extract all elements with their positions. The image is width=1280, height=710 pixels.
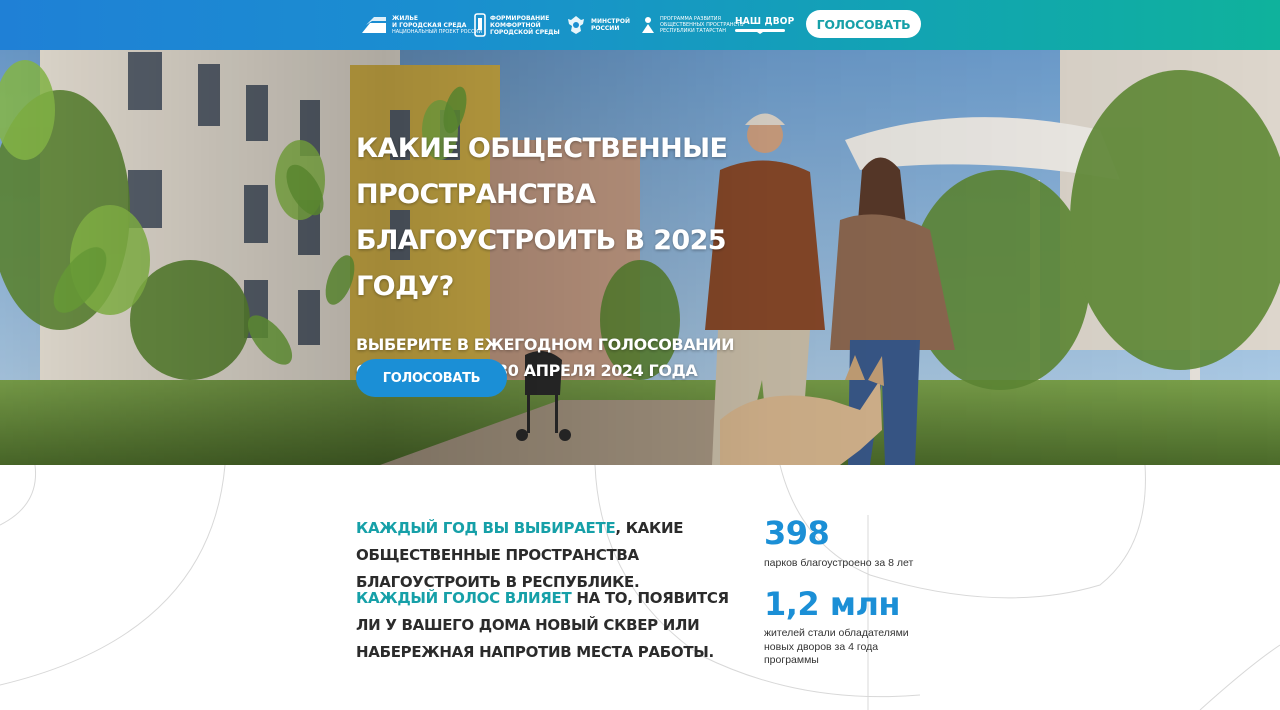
zhilye-logo-icon (362, 17, 386, 33)
nashdvor-logo[interactable]: НАШ ДВОР (735, 10, 794, 40)
programma-logo-icon (642, 17, 654, 33)
hero-title: КАКИЕ ОБЩЕСТВЕННЫЕ ПРОСТРАНСТВА БЛАГОУСТ… (356, 126, 776, 310)
zhilye-logo[interactable]: ЖИЛЬЕ И ГОРОДСКАЯ СРЕДА национальный про… (360, 10, 482, 40)
programma-logo[interactable]: Программа развития общественных простран… (640, 10, 744, 40)
stat-residents-caption: жителей стали обладателями новых дворов … (764, 627, 909, 666)
info-paragraph-accent: КАЖДЫЙ ГОЛОС ВЛИЯЕТ (356, 589, 572, 607)
formirovanie-logo-icon (474, 13, 486, 37)
zhilye-logo-subtext: национальный проект россии (392, 29, 483, 35)
minstroy-logo-text: МИНСТРОЙ РОССИИ (591, 18, 631, 32)
info-paragraph-vote: КАЖДЫЙ ГОЛОС ВЛИЯЕТ НА ТО, ПОЯВИТСЯ ЛИ У… (356, 585, 756, 666)
info-paragraph-accent: КАЖДЫЙ ГОД ВЫ ВЫБИРАЕТЕ (356, 519, 616, 537)
info-section: КАЖДЫЙ ГОД ВЫ ВЫБИРАЕТЕ, КАКИЕ ОБЩЕСТВЕН… (0, 465, 1280, 710)
stat-parks-value: 398 (764, 514, 830, 552)
formirovanie-logo[interactable]: ФОРМИРОВАНИЕ КОМФОРТНОЙ ГОРОДСКОЙ СРЕДЫ (474, 10, 560, 40)
stat-parks-caption: парков благоустроено за 8 лет (764, 557, 914, 569)
hero-title-line: КАКИЕ ОБЩЕСТВЕННЫЕ (356, 133, 728, 164)
zhilye-logo-text: ЖИЛЬЕ И ГОРОДСКАЯ СРЕДА (392, 15, 467, 29)
info-paragraph-yearly: КАЖДЫЙ ГОД ВЫ ВЫБИРАЕТЕ, КАКИЕ ОБЩЕСТВЕН… (356, 515, 756, 596)
hero-title-line: ПРОСТРАНСТВА (356, 179, 596, 210)
hero-subtitle-line: ВЫБЕРИТЕ В ЕЖЕГОДНОМ ГОЛОСОВАНИИ (356, 335, 735, 354)
header-vote-button[interactable]: ГОЛОСОВАТЬ (806, 10, 921, 38)
stat-residents-value: 1,2 млн (764, 585, 901, 623)
hero-vote-button[interactable]: ГОЛОСОВАТЬ (356, 359, 507, 397)
hero-text-block: КАКИЕ ОБЩЕСТВЕННЫЕ ПРОСТРАНСТВА БЛАГОУСТ… (356, 126, 776, 384)
hero-title-line: БЛАГОУСТРОИТЬ В 2025 ГОДУ? (356, 225, 727, 302)
formirovanie-logo-text: ФОРМИРОВАНИЕ КОМФОРТНОЙ ГОРОДСКОЙ СРЕДЫ (490, 14, 560, 36)
nashdvor-logo-icon (735, 29, 785, 34)
minstroy-logo[interactable]: МИНСТРОЙ РОССИИ (565, 10, 630, 40)
nashdvor-logo-text: НАШ ДВОР (735, 16, 795, 27)
hero-banner: КАКИЕ ОБЩЕСТВЕННЫЕ ПРОСТРАНСТВА БЛАГОУСТ… (0, 50, 1280, 465)
programma-logo-text: Программа развития общественных простран… (660, 16, 744, 34)
minstroy-emblem-icon (568, 16, 584, 34)
site-header: ЖИЛЬЕ И ГОРОДСКАЯ СРЕДА национальный про… (0, 0, 1280, 50)
